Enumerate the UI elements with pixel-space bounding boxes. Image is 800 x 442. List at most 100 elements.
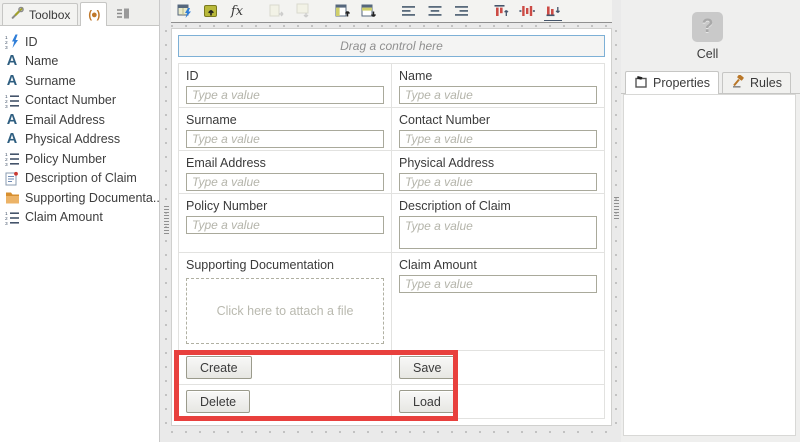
right-splitter-grip[interactable] bbox=[614, 197, 619, 221]
cell-email-address[interactable]: Email Address bbox=[179, 151, 392, 194]
left-splitter-grip[interactable] bbox=[164, 206, 169, 234]
field-item-claim-amount[interactable]: 1 2 3 Claim Amount bbox=[2, 208, 159, 228]
align-right-icon[interactable] bbox=[452, 2, 470, 20]
bottom-grid-ticks bbox=[171, 431, 618, 433]
cell-contact-number[interactable]: Contact Number bbox=[392, 108, 605, 151]
table-download-icon[interactable] bbox=[360, 2, 378, 20]
policy-number-label: Policy Number bbox=[186, 199, 268, 213]
cell-name[interactable]: Name bbox=[392, 64, 605, 108]
toolbox-icon bbox=[10, 6, 25, 23]
email-address-input[interactable] bbox=[186, 173, 384, 191]
text-icon: A bbox=[6, 53, 18, 69]
toolbox-sidebar: Toolbox (●) 1 2 3 ID A Name A Surname 1 … bbox=[0, 0, 160, 442]
designer-toolbar: fx bbox=[171, 0, 612, 23]
drop-target[interactable]: Drag a control here bbox=[178, 35, 605, 57]
field-item-label: Policy Number bbox=[25, 151, 107, 166]
generate-view-icon[interactable] bbox=[176, 2, 194, 20]
field-item-physical-address[interactable]: A Physical Address bbox=[2, 130, 159, 150]
claim-amount-input[interactable] bbox=[399, 275, 597, 293]
tab-outline-view[interactable] bbox=[109, 3, 137, 25]
svg-text:3: 3 bbox=[5, 162, 8, 166]
align-top-icon[interactable] bbox=[492, 2, 510, 20]
field-item-contact-number[interactable]: 1 2 3 Contact Number bbox=[2, 91, 159, 111]
field-item-id[interactable]: 1 2 3 ID bbox=[2, 32, 159, 52]
table-upload-icon[interactable] bbox=[334, 2, 352, 20]
sidebar-tab-bar: Toolbox (●) bbox=[0, 0, 159, 26]
field-item-description-of-claim[interactable]: Description of Claim bbox=[2, 169, 159, 189]
physical-address-input[interactable] bbox=[399, 173, 597, 191]
cell-supporting-documentation[interactable]: Supporting Documentation Click here to a… bbox=[179, 253, 392, 351]
help-glyph: ? bbox=[701, 16, 714, 37]
load-button[interactable]: Load bbox=[399, 390, 455, 413]
drop-hint-text: Drag a control here bbox=[340, 39, 443, 53]
field-item-label: Description of Claim bbox=[25, 171, 137, 186]
supporting-documentation-label: Supporting Documentation bbox=[186, 258, 335, 272]
expression-fx-icon[interactable]: fx bbox=[228, 2, 246, 20]
tab-properties[interactable]: Properties bbox=[625, 71, 719, 94]
text-icon: A bbox=[6, 72, 18, 89]
tab-context-browser[interactable]: (●) bbox=[80, 2, 108, 26]
physical-address-label: Physical Address bbox=[399, 156, 495, 170]
description-of-claim-label: Description of Claim bbox=[399, 199, 511, 213]
field-item-supporting-documentation[interactable]: Supporting Documenta... bbox=[2, 188, 159, 208]
context-browser-icon: (●) bbox=[88, 8, 100, 21]
field-item-name[interactable]: A Name bbox=[2, 52, 159, 72]
cell-create-button: Create bbox=[179, 351, 392, 385]
field-item-email-address[interactable]: A Email Address bbox=[2, 110, 159, 130]
name-label: Name bbox=[399, 69, 433, 83]
align-left-icon[interactable] bbox=[400, 2, 418, 20]
folder-icon bbox=[4, 190, 20, 206]
memo-icon bbox=[4, 170, 20, 186]
name-input[interactable] bbox=[399, 86, 597, 104]
outline-view-icon bbox=[116, 6, 130, 23]
properties-content-pane bbox=[623, 94, 796, 436]
view-upload-icon[interactable] bbox=[202, 2, 220, 20]
policy-number-input[interactable] bbox=[186, 216, 384, 234]
tab-rules[interactable]: Rules bbox=[721, 72, 791, 93]
field-item-label: ID bbox=[25, 34, 38, 49]
inspector-panel: ? Cell Properties Rules bbox=[621, 0, 800, 442]
surname-input[interactable] bbox=[186, 130, 384, 148]
tab-toolbox[interactable]: Toolbox bbox=[2, 3, 79, 25]
right-splitter bbox=[612, 0, 621, 442]
text-icon: A bbox=[6, 131, 18, 147]
contact-number-label: Contact Number bbox=[399, 113, 491, 127]
cell-surname[interactable]: Surname bbox=[179, 108, 392, 151]
cell-claim-amount[interactable]: Claim Amount bbox=[392, 253, 605, 351]
cell-policy-number[interactable]: Policy Number bbox=[179, 194, 392, 253]
field-item-surname[interactable]: A Surname bbox=[2, 71, 159, 91]
insert-column-icon bbox=[268, 2, 286, 20]
align-bottom-icon[interactable] bbox=[544, 1, 562, 21]
svg-text:3: 3 bbox=[5, 221, 8, 225]
tab-properties-label: Properties bbox=[653, 76, 710, 90]
cell-description-of-claim[interactable]: Description of Claim bbox=[392, 194, 605, 253]
cell-physical-address[interactable]: Physical Address bbox=[392, 151, 605, 194]
field-item-policy-number[interactable]: 1 2 3 Policy Number bbox=[2, 149, 159, 169]
properties-icon bbox=[634, 75, 648, 91]
field-item-label: Claim Amount bbox=[25, 210, 103, 225]
email-address-label: Email Address bbox=[186, 156, 266, 170]
cell-delete-button: Delete bbox=[179, 385, 392, 419]
id-label: ID bbox=[186, 69, 199, 83]
insert-row-icon bbox=[294, 2, 312, 20]
file-attachment-dropzone[interactable]: Click here to attach a file bbox=[186, 278, 384, 344]
create-button[interactable]: Create bbox=[186, 356, 252, 379]
distribute-horizontal-icon[interactable] bbox=[518, 2, 536, 20]
align-center-icon[interactable] bbox=[426, 2, 444, 20]
cell-id[interactable]: ID bbox=[179, 64, 392, 108]
right-ruler-ticks bbox=[615, 30, 617, 428]
delete-button[interactable]: Delete bbox=[186, 390, 251, 413]
number-icon: 1 2 3 bbox=[4, 209, 20, 225]
description-of-claim-textarea[interactable] bbox=[399, 216, 597, 249]
id-input[interactable] bbox=[186, 86, 384, 104]
surname-label: Surname bbox=[186, 113, 237, 127]
form-canvas: Drag a control here ID Name Surname bbox=[171, 28, 612, 426]
left-splitter bbox=[161, 0, 171, 442]
field-item-label: Supporting Documenta... bbox=[25, 190, 159, 205]
cell-load-button: Load bbox=[392, 385, 605, 419]
text-icon: A bbox=[6, 111, 18, 128]
field-item-label: Physical Address bbox=[25, 132, 121, 147]
claim-amount-label: Claim Amount bbox=[399, 258, 477, 272]
save-button[interactable]: Save bbox=[399, 356, 456, 379]
contact-number-input[interactable] bbox=[399, 130, 597, 148]
